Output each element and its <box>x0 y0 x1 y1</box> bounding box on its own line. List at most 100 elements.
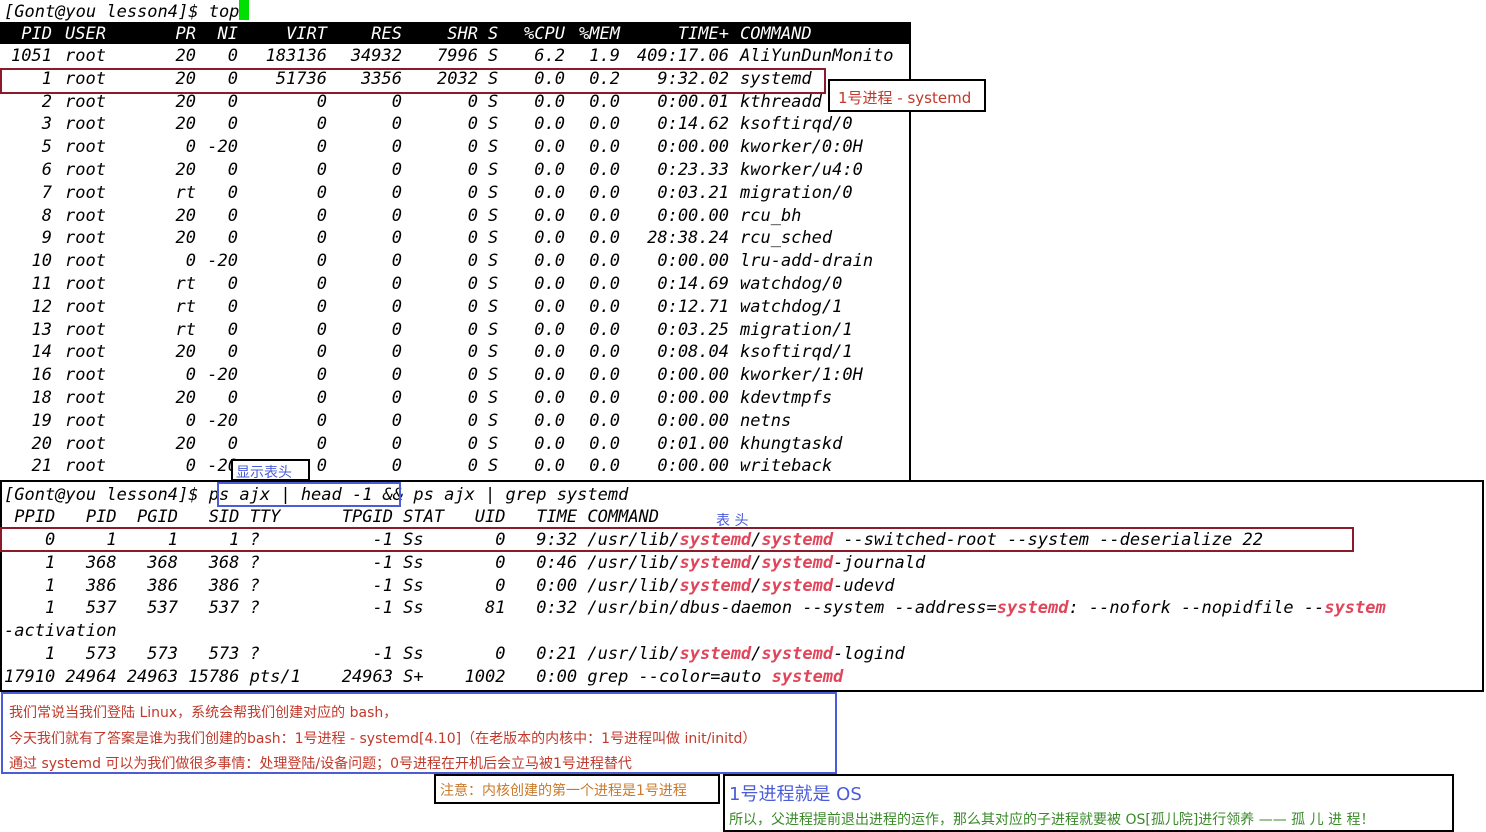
process-cell: 0 <box>316 410 327 431</box>
process-cell: 0.0 <box>534 388 565 408</box>
process-cell: root <box>65 319 106 340</box>
process-cell: 13 <box>31 319 52 340</box>
process-cell: 0 <box>467 228 478 249</box>
ps-text: 1 368 368 368 ? -1 Ss 0 0:46 /usr/lib/ <box>4 552 680 573</box>
process-cell: 0 <box>227 114 238 135</box>
process-cell: 0.0 <box>589 388 620 408</box>
process-cell: 0 <box>467 114 478 135</box>
process-cell: -20 <box>207 410 238 431</box>
process-cell: 0.0 <box>534 456 565 477</box>
shell-prompt: [Gont@you lesson4]$ <box>4 485 209 505</box>
top-prompt-line: [Gont@you lesson4]$ top <box>4 0 250 23</box>
process-row: 11 root rt 0 0 0 0 S 0.0 0.0 0:14.69 watchdog/0 <box>0 273 911 296</box>
ps-text: -journald <box>833 552 926 573</box>
process-cell: root <box>65 114 106 135</box>
ps-text: 1 573 573 573 ? -1 Ss 0 0:21 /usr/lib/ <box>4 644 680 664</box>
process-row: 6 root 20 0 0 0 0 S 0.0 0.0 0:23.33 kworker/u4:0 <box>0 159 911 182</box>
process-cell: 0.0 <box>534 296 565 317</box>
process-cell: 20 <box>175 46 196 66</box>
ps-header: PPID PID PGID SID TTY TPGID STAT UID TIM… <box>4 506 659 528</box>
show-header-label: 显示表头 <box>236 465 292 481</box>
process-cell: root <box>65 137 106 158</box>
process-cell: 0.0 <box>589 251 620 272</box>
process-cell: 0 <box>467 205 478 226</box>
process-cell: S <box>488 410 499 431</box>
process-row: 2 root 20 0 0 0 0 S 0.0 0.0 0:00.01 kthreadd <box>0 91 911 114</box>
process-cell: 0.0 <box>589 274 620 294</box>
process-cell: 0 <box>467 456 478 477</box>
process-cell: 7996 <box>437 46 478 66</box>
process-cell: 0:08.04 <box>657 342 729 363</box>
process-cell: 0.0 <box>534 160 565 180</box>
process-cell: 0 <box>316 365 327 386</box>
process-cell: 20 <box>175 388 196 408</box>
process-cell: 19 <box>31 410 52 431</box>
process-cell: 0 <box>316 296 327 317</box>
process-cell: 18 <box>31 388 52 408</box>
process-cell: 0 <box>227 342 238 363</box>
process-cell: 0.0 <box>534 182 565 203</box>
process-cell: 0.0 <box>589 410 620 431</box>
process-cell: root <box>65 388 106 408</box>
process-cell: 0.0 <box>589 319 620 340</box>
process-cell: root <box>65 456 106 477</box>
process-cell: 0 <box>391 160 402 180</box>
process-cell: 20 <box>175 228 196 249</box>
process-cell: 7 <box>41 182 52 203</box>
process-cell: 0.0 <box>589 228 620 249</box>
ps-output-line: 1 537 537 537 ? -1 Ss 81 0:32 /usr/bin/d… <box>4 597 1386 619</box>
grep-match: systemd <box>761 575 834 596</box>
process-cell: 0:00.00 <box>657 365 729 386</box>
process-cell: root <box>65 365 106 386</box>
process-row: 16 root 0 -20 0 0 0 S 0.0 0.0 0:00.00 kworker/1:0H <box>0 364 911 387</box>
grep-match: systemd <box>679 644 752 664</box>
process-cell: 0 <box>316 319 327 340</box>
process-cell: 0:01.00 <box>657 433 729 454</box>
process-cell: AliYunDunMonito <box>740 46 894 66</box>
process-cell: 0 <box>391 410 402 431</box>
process-cell: -20 <box>207 251 238 272</box>
process-cell: 0 <box>391 365 402 386</box>
process-cell: 0 <box>391 274 402 294</box>
ps-text: 17910 24964 24963 15786 pts/1 24963 S+ 1… <box>4 666 772 687</box>
column-header: SHR <box>447 24 478 44</box>
ps-text: 1 386 386 386 ? -1 Ss 0 0:00 /usr/lib/ <box>4 575 680 596</box>
process-cell: 0 <box>391 388 402 408</box>
process-cell: S <box>488 205 499 226</box>
process-cell: 0.0 <box>534 342 565 363</box>
process-cell: 0 <box>185 137 196 158</box>
process-cell: rt <box>175 296 196 317</box>
process-cell: 0.0 <box>534 319 565 340</box>
process-cell: 0:00.00 <box>657 251 729 272</box>
process-cell: 0 <box>316 274 327 294</box>
process-cell: 0.0 <box>589 114 620 135</box>
process-cell: 5 <box>41 137 52 158</box>
process-cell: 0:14.69 <box>657 274 729 294</box>
process-cell: 0 <box>316 182 327 203</box>
process-cell: kworker/0:0H <box>740 137 863 158</box>
show-header-box: 显示表头 <box>231 459 310 481</box>
process-cell: 0:00.00 <box>657 456 729 477</box>
process-cell: 0.0 <box>589 296 620 317</box>
top-command: top <box>208 2 240 22</box>
process-cell: 0 <box>185 410 196 431</box>
column-header: S <box>488 24 499 44</box>
process-cell: 0.0 <box>589 456 620 477</box>
column-header: NI <box>217 24 238 44</box>
process-cell: 0 <box>391 433 402 454</box>
ps-text: -activation <box>4 621 117 642</box>
process-cell: ksoftirqd/0 <box>740 114 853 135</box>
ps-output-line: 1 573 573 573 ? -1 Ss 0 0:21 /usr/lib/sy… <box>4 643 905 665</box>
process-cell: 0 <box>227 46 238 66</box>
process-cell: 0 <box>391 205 402 226</box>
process-cell: migration/1 <box>740 319 853 340</box>
grep-match: system <box>1324 598 1386 619</box>
process-cell: S <box>488 274 499 294</box>
process-cell: 28:38.24 <box>647 228 729 249</box>
process-cell: 0 <box>316 433 327 454</box>
process-cell: 0 <box>391 456 402 477</box>
process-cell: 12 <box>31 296 52 317</box>
note-line-2: 今天我们就有了答案是谁为我们创建的bash：1号进程 - systemd[4.1… <box>9 731 757 747</box>
process-cell: 0.0 <box>534 205 565 226</box>
process-cell: 0.0 <box>534 410 565 431</box>
